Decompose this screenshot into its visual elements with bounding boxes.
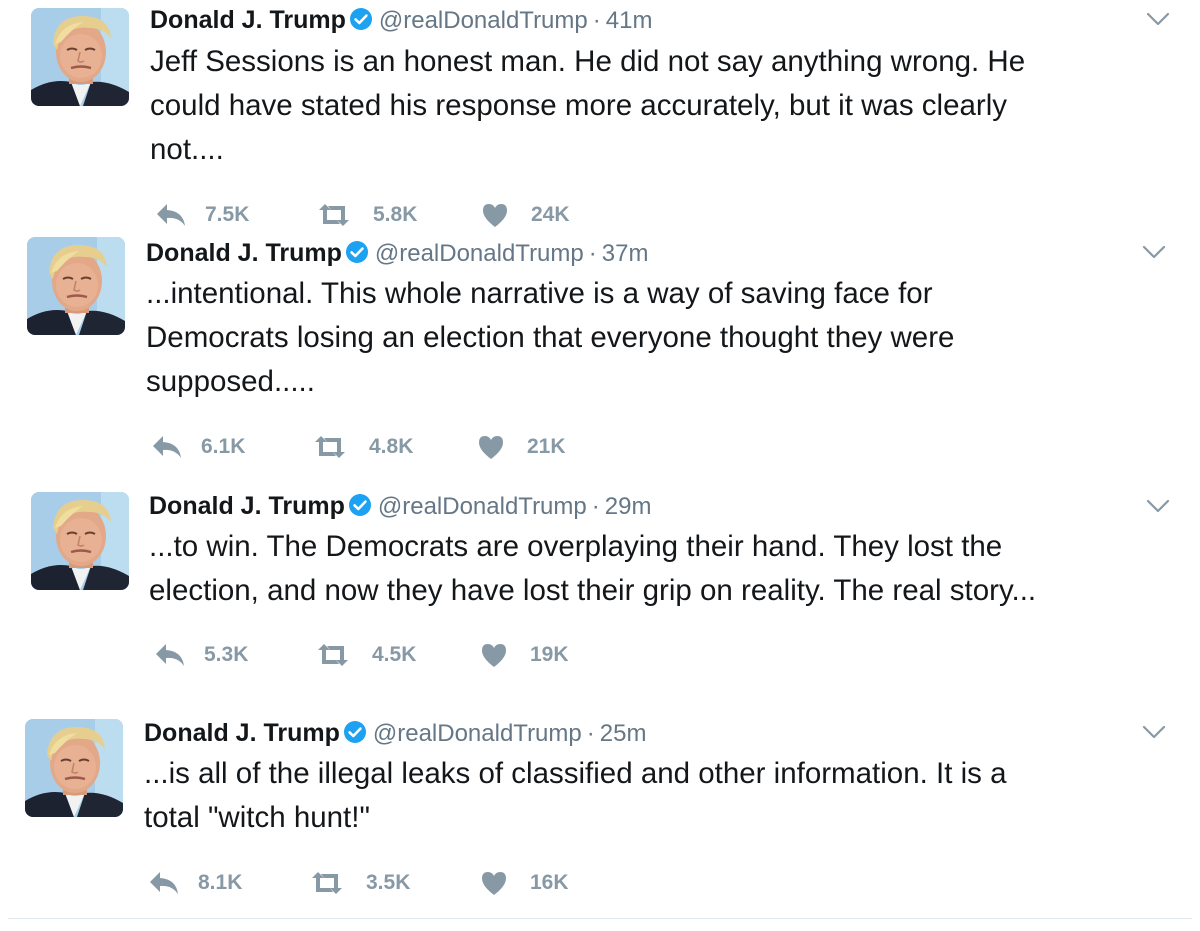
profile-photo [25, 719, 123, 817]
author-handle[interactable]: @realDonaldTrump [378, 493, 587, 520]
like-count: 16K [530, 871, 569, 894]
author-name[interactable]: Donald J. Trump [144, 719, 340, 747]
chevron-down-icon[interactable] [1146, 11, 1170, 27]
author-handle[interactable]: @realDonaldTrump [379, 7, 588, 34]
author-handle[interactable]: @realDonaldTrump [375, 240, 584, 267]
heart-icon [481, 202, 509, 228]
reply-count: 8.1K [198, 871, 243, 894]
reply-icon [148, 870, 180, 896]
reply-count: 6.1K [201, 435, 246, 458]
timestamp[interactable]: 41m [606, 7, 653, 34]
tweet-actions: 7.5K 5.8K 24K [155, 200, 755, 230]
retweet-count: 4.5K [372, 643, 417, 666]
profile-photo [27, 237, 125, 335]
verified-badge-icon [345, 240, 369, 264]
author-handle[interactable]: @realDonaldTrump [373, 720, 582, 747]
tweet-header: Donald J. Trump @realDonaldTrump · 29m [149, 490, 651, 522]
chevron-down-icon[interactable] [1142, 244, 1166, 260]
retweet-icon [314, 642, 352, 668]
author-name[interactable]: Donald J. Trump [146, 239, 342, 267]
tweet-text: ...is all of the illegal leaks of classi… [144, 757, 1007, 834]
tweet-text: ...intentional. This whole narrative is … [146, 277, 955, 398]
profile-photo [31, 8, 129, 106]
verified-badge-icon [343, 720, 367, 744]
retweet-icon [308, 870, 346, 896]
tweet-header: Donald J. Trump @realDonaldTrump · 37m [146, 237, 648, 269]
timestamp[interactable]: 37m [602, 240, 649, 267]
retweet-icon [311, 434, 349, 460]
retweet-icon [315, 202, 353, 228]
avatar[interactable] [25, 719, 123, 817]
tweet-header: Donald J. Trump @realDonaldTrump · 41m [150, 4, 652, 36]
separator: · [588, 240, 597, 267]
like-count: 21K [527, 435, 566, 458]
reply-icon [151, 434, 183, 460]
retweet-count: 4.8K [369, 435, 414, 458]
tweet-actions: 5.3K 4.5K 19K [154, 640, 754, 670]
verified-badge-icon [348, 493, 372, 517]
heart-icon [477, 434, 505, 460]
profile-photo [31, 492, 129, 590]
heart-icon [480, 642, 508, 668]
tweet-text: ...to win. The Democrats are overplaying… [149, 530, 1037, 607]
tweet-actions: 6.1K 4.8K 21K [151, 432, 751, 462]
separator: · [592, 7, 601, 34]
timestamp[interactable]: 29m [605, 493, 652, 520]
chevron-down-icon[interactable] [1146, 498, 1170, 514]
reply-icon [155, 202, 187, 228]
avatar[interactable] [31, 492, 129, 590]
verified-badge-icon [349, 7, 373, 31]
timestamp[interactable]: 25m [600, 720, 647, 747]
tweet-header: Donald J. Trump @realDonaldTrump · 25m [144, 717, 646, 749]
tweet-text: Jeff Sessions is an honest man. He did n… [150, 45, 1026, 166]
chevron-down-icon[interactable] [1142, 724, 1166, 740]
like-count: 24K [531, 203, 570, 226]
author-name[interactable]: Donald J. Trump [149, 492, 345, 520]
divider [8, 918, 1192, 919]
separator: · [586, 720, 595, 747]
reply-count: 7.5K [205, 203, 250, 226]
tweet-actions: 8.1K 3.5K 16K [148, 868, 748, 898]
heart-icon [480, 870, 508, 896]
avatar[interactable] [31, 8, 129, 106]
retweet-count: 5.8K [373, 203, 418, 226]
separator: · [591, 493, 600, 520]
author-name[interactable]: Donald J. Trump [150, 6, 346, 34]
retweet-count: 3.5K [366, 871, 411, 894]
reply-icon [154, 642, 186, 668]
reply-count: 5.3K [204, 643, 249, 666]
avatar[interactable] [27, 237, 125, 335]
like-count: 19K [530, 643, 569, 666]
